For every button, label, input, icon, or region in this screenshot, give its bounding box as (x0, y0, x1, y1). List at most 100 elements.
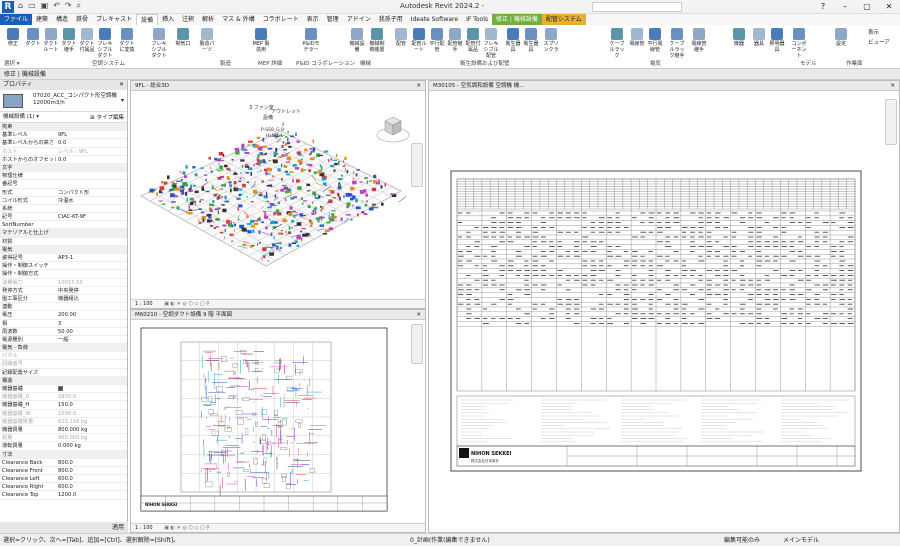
property-row[interactable]: 機器基礎_W1090.0 (0, 410, 127, 418)
property-value[interactable]: 1090.0 (56, 410, 127, 417)
plan-canvas[interactable]: NIHON SEKKEI (131, 320, 425, 523)
ribbon-tab[interactable]: 表示 (303, 14, 323, 25)
view-controls-icons[interactable]: ▣ ◐ ☀ ◎ ⬡ ◇ ▢ ⚲ (164, 525, 210, 531)
ribbon-button[interactable]: 平行電線管 (646, 28, 664, 53)
ribbon-tab[interactable]: アドイン (343, 14, 375, 25)
property-group-header[interactable]: 構造 (0, 377, 127, 385)
property-row[interactable]: ホストレベル : 9FL (0, 148, 127, 156)
ribbon-button[interactable]: 配管継手 (446, 28, 464, 53)
property-row[interactable]: 材質 (0, 238, 127, 246)
property-row[interactable]: コイル形式冷温水 (0, 197, 127, 205)
property-value[interactable]: 600.0 (56, 475, 127, 482)
property-row[interactable]: Clearance Top1200.0 (0, 491, 127, 499)
property-group-header[interactable]: 電気 - 負荷 (0, 344, 127, 352)
navigation-bar[interactable] (885, 99, 897, 145)
property-group-header[interactable]: 拘束 (0, 123, 127, 131)
property-row[interactable]: 番記号 (0, 180, 127, 188)
view-scale[interactable]: 1 : 100 (135, 301, 153, 307)
ribbon-button[interactable]: MEP 製造用 (252, 28, 270, 53)
property-value[interactable]: 150.0 (56, 401, 127, 408)
property-value[interactable] (56, 221, 127, 228)
quick-access-item[interactable]: ↶ (53, 1, 60, 11)
ribbon-tab[interactable]: 構造 (52, 14, 72, 25)
close-icon[interactable]: ✕ (878, 0, 900, 14)
design-option-selector[interactable]: メインモデル (783, 534, 819, 547)
property-value[interactable]: 3 (56, 320, 127, 327)
property-value[interactable]: 0.000 kg (56, 442, 127, 449)
ribbon-tab[interactable]: 注釈 (178, 14, 198, 25)
property-row[interactable]: 姿得記号AP3-1 (0, 254, 127, 262)
navigation-bar[interactable] (411, 143, 423, 187)
property-value[interactable] (56, 262, 127, 269)
ribbon-tab[interactable]: プレキャスト (92, 14, 136, 25)
ribbon-button[interactable]: 電線管継手 (690, 28, 708, 53)
property-row[interactable]: 周波数50.00 (0, 328, 127, 336)
property-value[interactable]: 0.0 (56, 139, 127, 146)
property-value[interactable]: 2850.0 (56, 393, 127, 400)
ribbon-tab[interactable]: 我孫子用 (375, 14, 407, 25)
ribbon-button[interactable]: 配管ルート (410, 28, 428, 53)
property-row[interactable]: Clearance Back800.0 (0, 459, 127, 467)
ribbon-button[interactable]: 器具 (750, 28, 768, 47)
ribbon-tab[interactable]: 管理 (323, 14, 343, 25)
quick-access-item[interactable]: ⌂ (18, 1, 23, 11)
property-value[interactable]: 800.000 kg (56, 426, 127, 433)
ribbon-panel-label[interactable]: 製造 (220, 59, 231, 67)
property-value[interactable] (56, 360, 127, 367)
property-row[interactable]: Clearance Right600.0 (0, 483, 127, 491)
property-row[interactable]: 電圧200.00 (0, 311, 127, 319)
property-value[interactable] (56, 369, 127, 376)
property-value[interactable]: 50.00 (56, 328, 127, 335)
sheet-canvas[interactable]: NIHON SEKKEI 株式会社日本設計 (429, 91, 899, 523)
checkbox[interactable] (58, 386, 63, 391)
ribbon-button[interactable]: 設定 (832, 28, 850, 47)
property-group-header[interactable]: 文字 (0, 164, 127, 172)
property-value[interactable]: コンパクト形 (56, 189, 127, 196)
quick-access-item[interactable]: ⌕ (77, 1, 81, 11)
property-row[interactable]: Clearance Front800.0 (0, 467, 127, 475)
ribbon-button[interactable]: ケーブルラック (608, 28, 626, 59)
ribbon-button[interactable]: 機械制御装置 (368, 28, 386, 53)
close-icon[interactable]: ✕ (890, 81, 895, 91)
chevron-down-icon[interactable]: ▾ (121, 97, 124, 104)
help-icon[interactable]: ? (812, 0, 834, 14)
property-value[interactable]: 960.000 kg (56, 434, 127, 441)
ribbon-button[interactable]: P&IDモデラー (302, 28, 320, 53)
ribbon-button[interactable]: 照明器具 (768, 28, 786, 53)
property-row[interactable]: 基準レベルからの高さ0.0 (0, 139, 127, 147)
viewer-link[interactable]: ビューア (868, 38, 890, 48)
ribbon-button[interactable]: 配管付属品 (464, 28, 482, 53)
ribbon-button[interactable]: コンポーネント (790, 28, 808, 59)
navigation-bar[interactable] (411, 324, 423, 364)
minimize-icon[interactable]: – (834, 0, 856, 14)
property-row[interactable]: Clearance Left600.0 (0, 475, 127, 483)
apply-button[interactable]: 適用 (112, 522, 124, 533)
editable-only-toggle[interactable]: 編集可能のみ (724, 534, 760, 547)
ribbon-button[interactable]: フレキシブル配管 (482, 28, 500, 59)
ribbon-button[interactable]: 衛生器具 (522, 28, 540, 53)
ribbon-button[interactable]: ダクト (24, 28, 42, 47)
ribbon-tab[interactable]: ファイル (0, 14, 32, 25)
property-row[interactable]: パネル (0, 352, 127, 360)
quick-access-item[interactable]: ▣ (41, 1, 49, 11)
ribbon-button[interactable]: 制気口 (174, 28, 192, 47)
property-value[interactable] (56, 205, 127, 212)
property-value[interactable] (56, 180, 127, 187)
property-value[interactable]: 9FL (56, 131, 127, 138)
property-row[interactable]: 盤工事区分機器組込 (0, 295, 127, 303)
ribbon-panel-label[interactable]: 空調システム (92, 59, 125, 67)
property-group-header[interactable]: 電気 (0, 246, 127, 254)
view-tab[interactable]: 9FL - 総合3D✕ (131, 81, 425, 91)
ribbon-button[interactable]: 機器 (730, 28, 748, 47)
property-row[interactable]: 相3 (0, 320, 127, 328)
ribbon-tab[interactable]: 設備 (136, 14, 158, 25)
view-tab[interactable]: M60210 - 空調ダクト設備 9 階 平面図✕ (131, 310, 425, 320)
property-row[interactable]: 電源種別一般 (0, 336, 127, 344)
property-value[interactable]: AP3-1 (56, 254, 127, 261)
property-row[interactable]: 機器基礎_D2850.0 (0, 393, 127, 401)
property-row[interactable]: ホストからのオフセット0.0 (0, 156, 127, 164)
property-value[interactable]: 10015.00 (56, 279, 127, 286)
revit-logo[interactable]: R (2, 1, 14, 13)
instance-filter[interactable]: 機械設備 (1) ▾ ⊞ タイプ編集 (0, 112, 127, 123)
property-value[interactable]: 800.0 (56, 459, 127, 466)
